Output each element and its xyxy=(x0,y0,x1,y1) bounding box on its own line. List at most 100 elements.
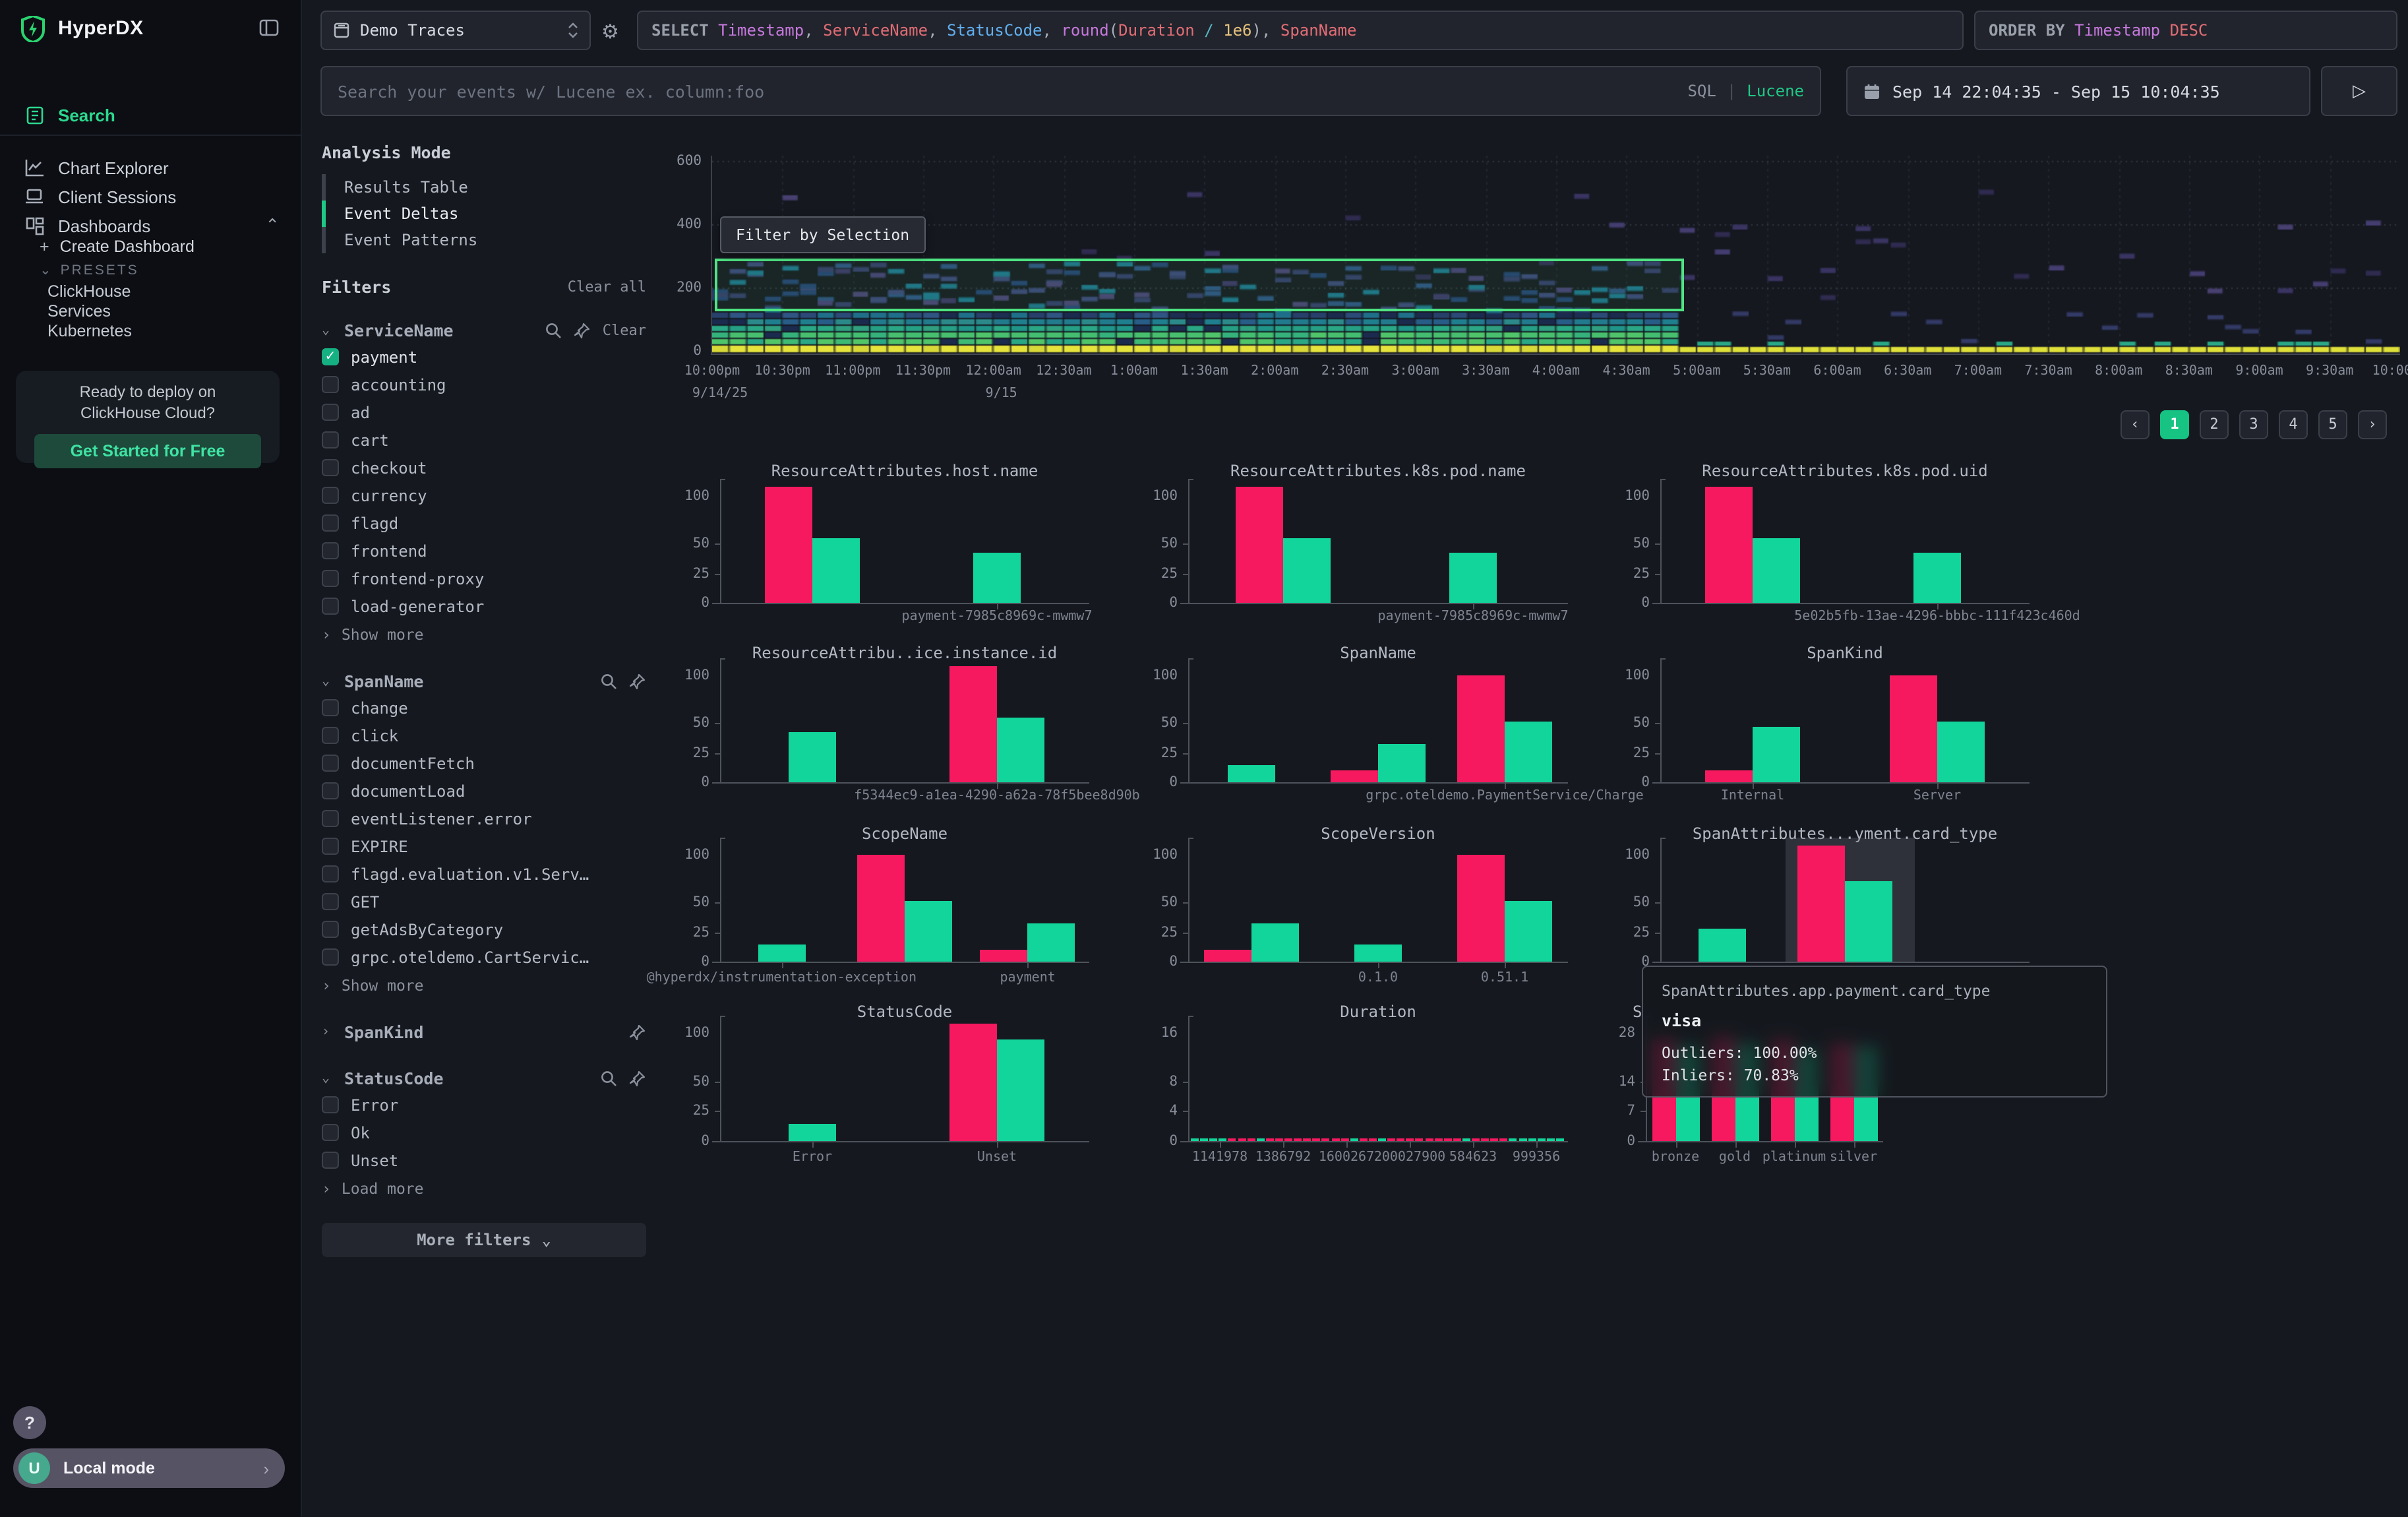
checkbox-unchecked[interactable] xyxy=(322,514,339,532)
filter-option-grpc-oteldemo-cartservic-[interactable]: grpc.oteldemo.CartServic… xyxy=(322,943,646,971)
gear-icon[interactable]: ⚙ xyxy=(601,20,619,44)
filter-group-header-spankind[interactable]: ›SpanKind xyxy=(322,1018,646,1045)
strip-segment[interactable] xyxy=(1397,1138,1404,1141)
strip-segment[interactable] xyxy=(1200,1138,1208,1141)
time-range-picker[interactable]: Sep 14 22:04:35 - Sep 15 10:04:35 xyxy=(1846,66,2310,116)
strip-segment[interactable] xyxy=(1443,1138,1451,1141)
checkbox-unchecked[interactable] xyxy=(322,1096,339,1113)
checkbox-unchecked[interactable] xyxy=(322,755,339,772)
search-icon[interactable] xyxy=(545,321,562,338)
checkbox-unchecked[interactable] xyxy=(322,1152,339,1169)
lang-toggle-sql[interactable]: SQL xyxy=(1687,82,1716,100)
strip-segment[interactable] xyxy=(1219,1138,1227,1141)
more-filters-button[interactable]: More filters⌄ xyxy=(322,1223,646,1257)
filter-group-header-spanname[interactable]: ⌄SpanName xyxy=(322,667,646,694)
inlier-bar[interactable] xyxy=(1937,722,1985,782)
load-more-button[interactable]: ›Load more xyxy=(322,1174,646,1202)
analysis-mode-event-deltas[interactable]: Event Deltas xyxy=(322,201,646,227)
events-heatmap[interactable] xyxy=(712,156,2400,354)
page-next-button[interactable]: › xyxy=(2358,410,2387,439)
sidebar-item-clickhouse[interactable]: ClickHouse xyxy=(47,282,131,301)
strip-segment[interactable] xyxy=(1378,1138,1386,1141)
inlier-bar[interactable] xyxy=(997,718,1044,782)
inlier-bar[interactable] xyxy=(1283,538,1331,603)
inlier-bar[interactable] xyxy=(789,1124,836,1141)
outlier-bar[interactable] xyxy=(1705,770,1753,782)
checkbox-unchecked[interactable] xyxy=(322,570,339,587)
strip-segment[interactable] xyxy=(1331,1138,1339,1141)
strip-segment[interactable] xyxy=(1284,1138,1292,1141)
strip-segment[interactable] xyxy=(1434,1138,1442,1141)
checkbox-unchecked[interactable] xyxy=(322,699,339,716)
inlier-bar[interactable] xyxy=(812,538,860,603)
checkbox-checked[interactable]: ✓ xyxy=(322,348,339,365)
outlier-bar[interactable] xyxy=(1236,487,1283,603)
order-by-input[interactable]: ORDER BY Timestamp DESC xyxy=(1974,11,2397,50)
filter-by-selection-button[interactable]: Filter by Selection xyxy=(720,216,925,253)
strip-segment[interactable] xyxy=(1537,1138,1545,1141)
filter-option-currency[interactable]: currency xyxy=(322,481,646,509)
strip-segment[interactable] xyxy=(1509,1138,1517,1141)
filter-group-header-servicename[interactable]: ⌄ServiceNameClear xyxy=(322,317,646,343)
filter-option-frontend-proxy[interactable]: frontend-proxy xyxy=(322,565,646,592)
clear-all-button[interactable]: Clear all xyxy=(568,278,646,295)
strip-segment[interactable] xyxy=(1209,1138,1217,1141)
pin-icon[interactable] xyxy=(574,321,591,338)
strip-segment[interactable] xyxy=(1313,1138,1321,1141)
checkbox-unchecked[interactable] xyxy=(322,598,339,615)
source-select[interactable]: Demo Traces xyxy=(320,11,591,50)
checkbox-unchecked[interactable] xyxy=(322,948,339,966)
analysis-mode-event-patterns[interactable]: Event Patterns xyxy=(322,227,646,253)
heatmap-selection-box[interactable] xyxy=(715,259,1684,311)
checkbox-unchecked[interactable] xyxy=(322,1124,339,1141)
inlier-bar[interactable] xyxy=(1505,722,1552,782)
strip-segment[interactable] xyxy=(1490,1138,1498,1141)
sidebar-item-client-sessions[interactable]: Client Sessions xyxy=(0,182,301,211)
strip-segment[interactable] xyxy=(1453,1138,1461,1141)
checkbox-unchecked[interactable] xyxy=(322,487,339,504)
outlier-bar[interactable] xyxy=(1457,675,1505,782)
page-prev-button[interactable]: ‹ xyxy=(2121,410,2150,439)
strip-segment[interactable] xyxy=(1547,1138,1555,1141)
search-icon[interactable] xyxy=(600,672,617,689)
outlier-bar[interactable] xyxy=(765,487,812,603)
strip-segment[interactable] xyxy=(1481,1138,1489,1141)
strip-segment[interactable] xyxy=(1228,1138,1236,1141)
search-icon[interactable] xyxy=(600,1069,617,1086)
strip-segment[interactable] xyxy=(1416,1138,1424,1141)
strip-segment[interactable] xyxy=(1528,1138,1536,1141)
outlier-bar[interactable] xyxy=(949,1024,997,1141)
search-input[interactable]: Search your events w/ Lucene ex. column:… xyxy=(320,66,1821,116)
show-more-button[interactable]: ›Show more xyxy=(322,971,646,999)
inlier-bar[interactable] xyxy=(1753,538,1800,603)
inlier-bar[interactable] xyxy=(1378,744,1426,782)
strip-segment[interactable] xyxy=(1462,1138,1470,1141)
page-button-2[interactable]: 2 xyxy=(2200,410,2229,439)
sidebar-item-search[interactable]: Search xyxy=(0,100,301,129)
pin-icon[interactable] xyxy=(629,672,646,689)
checkbox-unchecked[interactable] xyxy=(322,459,339,476)
checkbox-unchecked[interactable] xyxy=(322,893,339,910)
analysis-mode-results-table[interactable]: Results Table xyxy=(322,174,646,201)
outlier-bar[interactable] xyxy=(1890,675,1937,782)
checkbox-unchecked[interactable] xyxy=(322,727,339,744)
page-button-1[interactable]: 1 xyxy=(2160,410,2189,439)
filter-option-flagd-evaluation-v1-serv-[interactable]: flagd.evaluation.v1.Serv… xyxy=(322,860,646,888)
filter-option-expire[interactable]: EXPIRE xyxy=(322,832,646,860)
inlier-bar[interactable] xyxy=(1505,901,1552,962)
checkbox-unchecked[interactable] xyxy=(322,542,339,559)
checkbox-unchecked[interactable] xyxy=(322,782,339,799)
strip-segment[interactable] xyxy=(1556,1138,1564,1141)
strip-segment[interactable] xyxy=(1238,1138,1246,1141)
sidebar-item-dashboards[interactable]: Dashboards⌃ xyxy=(0,211,301,240)
checkbox-unchecked[interactable] xyxy=(322,404,339,421)
strip-segment[interactable] xyxy=(1256,1138,1264,1141)
pin-icon[interactable] xyxy=(629,1023,646,1040)
filter-option-unset[interactable]: Unset xyxy=(322,1146,646,1174)
strip-segment[interactable] xyxy=(1519,1138,1526,1141)
strip-segment[interactable] xyxy=(1191,1138,1199,1141)
strip-segment[interactable] xyxy=(1294,1138,1302,1141)
local-mode-menu[interactable]: U Local mode › xyxy=(13,1448,285,1488)
filter-option-accounting[interactable]: accounting xyxy=(322,371,646,398)
outlier-bar[interactable] xyxy=(1204,950,1251,962)
